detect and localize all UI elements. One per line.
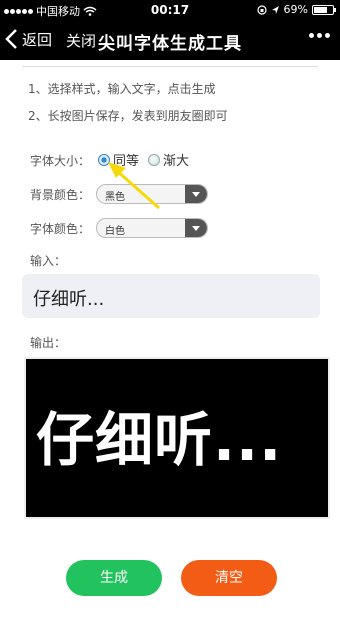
output-text: 仔细听...	[36, 406, 283, 474]
font-color-select[interactable]: 白色	[96, 218, 208, 238]
radio-label-gradual: 渐大	[163, 154, 190, 169]
rotation-lock-icon	[256, 4, 267, 15]
more-dot-icon	[317, 33, 322, 38]
location-icon	[271, 5, 279, 14]
annotation-arrow-icon	[108, 162, 160, 210]
instruction-line-1: 1、选择样式，输入文字，点击生成	[28, 82, 216, 96]
dropdown-arrow-icon	[185, 219, 207, 237]
instruction-line-2: 2、长按图片保存，发表到朋友圈即可	[28, 109, 228, 123]
battery-icon	[312, 4, 336, 15]
status-bar: 中国移动 00:17 69%	[0, 0, 340, 20]
generate-button[interactable]: 生成	[66, 560, 162, 596]
nav-bar: 返回 关闭 尖叫字体生成工具	[0, 20, 340, 60]
status-right: 69%	[256, 3, 336, 16]
output-image[interactable]: 仔细听...	[26, 359, 328, 517]
output-label: 输出：	[30, 336, 67, 350]
text-input[interactable]: 仔细听...	[22, 274, 320, 318]
input-label: 输入：	[30, 254, 67, 268]
more-menu-button[interactable]	[309, 33, 330, 38]
clear-button[interactable]: 清空	[181, 560, 277, 596]
more-dot-icon	[325, 33, 330, 38]
dropdown-arrow-icon	[185, 185, 207, 203]
page-title: 尖叫字体生成工具	[98, 34, 242, 54]
font-color-label: 字体颜色：	[30, 222, 91, 236]
font-color-value: 白色	[105, 226, 125, 237]
divider	[22, 66, 318, 67]
battery-percent: 69%	[283, 3, 308, 16]
bg-color-label: 背景颜色：	[30, 188, 91, 202]
font-size-label: 字体大小：	[30, 154, 91, 168]
more-dot-icon	[309, 33, 314, 38]
